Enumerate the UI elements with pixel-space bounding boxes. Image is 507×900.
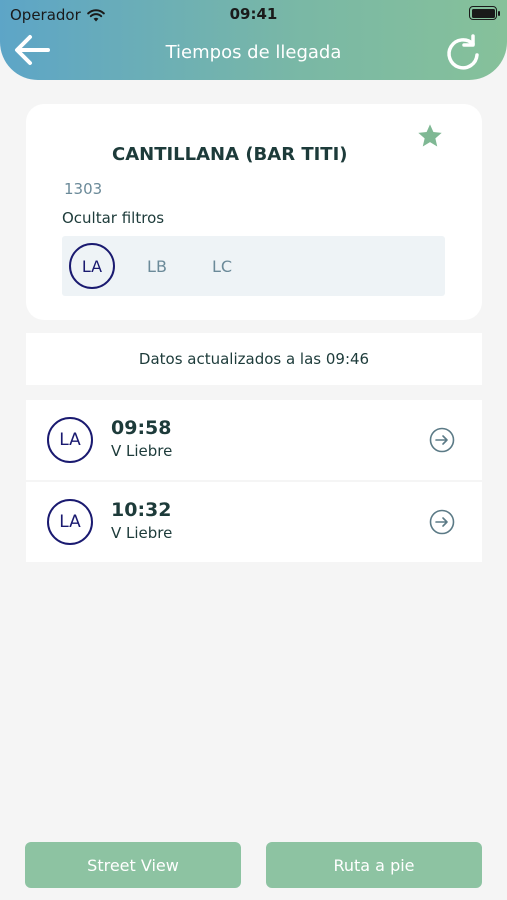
arrival-row[interactable]: LA 10:32 V Liebre (26, 482, 482, 562)
arrival-destination: V Liebre (111, 524, 173, 542)
street-view-button[interactable]: Street View (25, 842, 241, 888)
update-notice: Datos actualizados a las 09:46 (26, 333, 482, 385)
hide-filters-link[interactable]: Ocultar filtros (62, 209, 164, 227)
filter-line-lb[interactable]: LB (134, 243, 180, 289)
app-header: Operador 09:41 Tiempos de llegada (0, 0, 507, 80)
filter-line-lc[interactable]: LC (199, 243, 245, 289)
arrow-circle-right-icon[interactable] (429, 427, 455, 453)
arrow-circle-right-icon[interactable] (429, 509, 455, 535)
refresh-button[interactable] (443, 33, 483, 73)
arrival-time: 10:32 (111, 499, 172, 521)
filter-line-la[interactable]: LA (69, 243, 115, 289)
stop-code: 1303 (64, 180, 103, 198)
updated-text: Datos actualizados a las 09:46 (138, 350, 370, 368)
line-badge: LA (47, 417, 93, 463)
status-time: 09:41 (229, 5, 278, 23)
stop-card: CANTILLANA (BAR TITI) 1303 Ocultar filtr… (26, 104, 482, 320)
line-filter-bar: LA LB LC (62, 236, 445, 296)
arrival-time: 09:58 (111, 417, 172, 439)
refresh-icon (447, 34, 479, 70)
page-title: Tiempos de llegada (165, 42, 342, 63)
stop-name: CANTILLANA (BAR TITI) (112, 144, 348, 165)
walk-route-button[interactable]: Ruta a pie (266, 842, 482, 888)
favorite-button[interactable] (416, 122, 444, 150)
line-badge: LA (47, 499, 93, 545)
status-bar: Operador 09:41 (0, 0, 507, 28)
battery-icon (469, 6, 500, 20)
arrival-row[interactable]: LA 09:58 V Liebre (26, 400, 482, 480)
arrival-destination: V Liebre (111, 442, 173, 460)
star-icon (418, 124, 442, 147)
